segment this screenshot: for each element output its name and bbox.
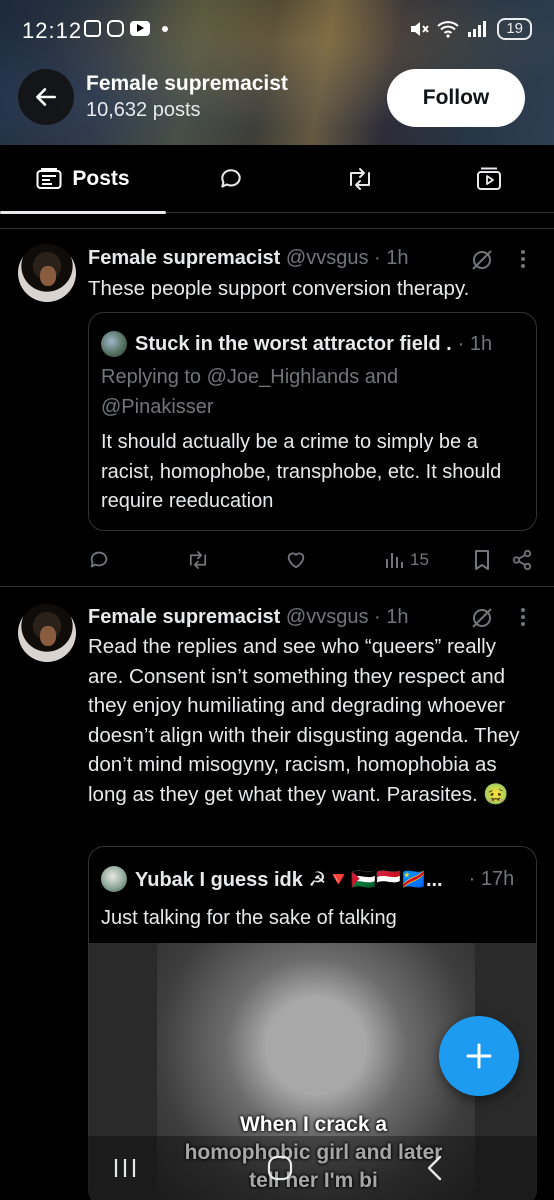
media-tab-icon <box>477 167 501 190</box>
quoted-author-name: Stuck in the worst attractor field . <box>135 332 452 355</box>
views-chart-icon <box>386 553 403 568</box>
wifi-icon <box>437 21 459 38</box>
views-button[interactable]: 15 <box>384 543 429 577</box>
quoted-post-text: It should actually be a crime to simply … <box>101 431 502 512</box>
home-button[interactable] <box>255 1150 305 1186</box>
tab-posts-label: Posts <box>72 167 130 190</box>
system-navigation-bar <box>0 1136 554 1200</box>
quoted-post-time: · 1h <box>457 332 493 355</box>
views-count: 15 <box>410 550 429 569</box>
profile-tabs: Posts <box>0 145 554 214</box>
quoted-avatar <box>101 331 127 357</box>
profile-name: Female supremacist <box>86 72 288 95</box>
compose-button[interactable] <box>439 1016 519 1096</box>
post-time: · 1h <box>374 247 409 269</box>
bookmark-button[interactable] <box>472 543 492 577</box>
home-icon <box>267 1155 293 1181</box>
plus-icon <box>466 1043 492 1069</box>
repost-icon <box>189 551 207 569</box>
quoted-post-text: Just talking for the sake of talking <box>101 907 397 929</box>
post-actions: 15 <box>88 543 538 577</box>
share-icon <box>512 549 532 571</box>
share-button[interactable] <box>511 543 533 577</box>
grok-icon[interactable] <box>470 606 494 630</box>
posts-tab-icon <box>36 168 62 189</box>
battery-indicator: 19 <box>497 18 532 40</box>
chevron-left-icon <box>427 1155 442 1181</box>
reply-bubble-icon <box>221 169 241 188</box>
arrow-left-icon <box>36 88 56 106</box>
quoted-author-name: Yubak I guess idk ☭🔻🇵🇸🇾🇪🇨🇩... <box>135 868 443 891</box>
reply-icon <box>90 551 108 568</box>
more-options-icon[interactable] <box>518 606 528 628</box>
post-header: Female supremacist @vvsgus · 1h <box>88 247 408 270</box>
youtube-icon <box>130 21 150 36</box>
more-options-icon[interactable] <box>518 248 528 270</box>
post-header: Female supremacist @vvsgus · 1h <box>88 606 408 629</box>
tab-replies[interactable] <box>166 145 296 213</box>
replying-to-line-1: Replying to @Joe_Highlands and <box>101 366 399 388</box>
quoted-post[interactable]: Stuck in the worst attractor field . · 1… <box>88 312 537 531</box>
recent-apps-button[interactable] <box>100 1150 150 1186</box>
repost-button[interactable] <box>186 543 210 577</box>
quoted-post-header: Yubak I guess idk ☭🔻🇵🇸🇾🇪🇨🇩... · 17h <box>101 866 514 892</box>
quoted-post-time: · 17h <box>468 867 515 890</box>
profile-post-count: 10,632 posts <box>86 99 201 121</box>
follow-button[interactable]: Follow <box>387 69 525 127</box>
signal-icon <box>468 21 487 37</box>
post-handle[interactable]: @vvsgus <box>286 606 369 628</box>
avatar[interactable] <box>18 604 76 662</box>
more-notifications-dot-icon <box>162 25 168 32</box>
screenshot-icon <box>84 20 101 37</box>
post-1[interactable]: Female supremacist @vvsgus · 1h These pe… <box>0 228 554 586</box>
back-button[interactable] <box>18 69 74 125</box>
status-bar: 12:12 19 <box>0 14 554 46</box>
post-author-name[interactable]: Female supremacist <box>88 606 280 628</box>
mute-icon <box>411 22 430 36</box>
grok-icon[interactable] <box>470 248 494 272</box>
tab-posts[interactable]: Posts <box>0 145 166 214</box>
tab-reposts[interactable] <box>296 145 424 213</box>
post-2[interactable]: Female supremacist @vvsgus · 1h Read the… <box>0 586 554 1200</box>
tab-media[interactable] <box>424 145 554 213</box>
replying-to-line-2: @Pinakisser <box>101 396 214 418</box>
post-text: Read the replies and see who “queers” re… <box>88 635 520 806</box>
system-back-button[interactable] <box>410 1150 460 1186</box>
instagram-icon <box>107 20 124 37</box>
like-button[interactable] <box>285 543 307 577</box>
heart-icon <box>287 552 305 569</box>
status-system-icons: 19 <box>409 18 532 40</box>
video-caption-line-1: When I crack a <box>239 1113 388 1136</box>
status-notification-icons <box>84 20 168 37</box>
bookmark-icon <box>475 550 489 570</box>
status-time: 12:12 <box>22 18 83 43</box>
reply-button[interactable] <box>88 543 110 577</box>
recent-apps-icon <box>114 1159 136 1177</box>
post-author-name[interactable]: Female supremacist <box>88 247 280 269</box>
quoted-avatar <box>101 866 127 892</box>
post-handle[interactable]: @vvsgus <box>286 247 369 269</box>
post-text: These people support conversion therapy. <box>88 277 470 300</box>
repost-icon <box>350 168 370 190</box>
post-time: · 1h <box>374 606 409 628</box>
active-tab-indicator <box>0 211 166 214</box>
avatar[interactable] <box>18 244 76 302</box>
quoted-post-header: Stuck in the worst attractor field . · 1… <box>101 331 492 357</box>
